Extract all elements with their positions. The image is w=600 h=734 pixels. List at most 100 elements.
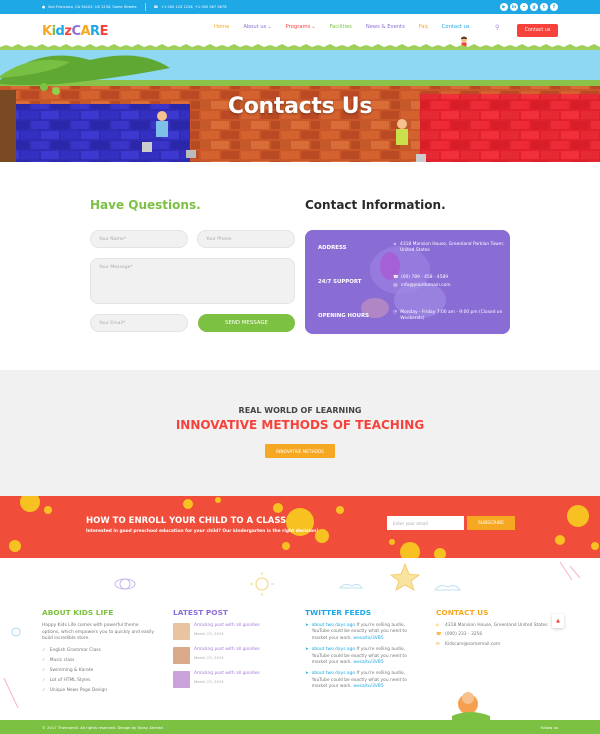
contact-us-button[interactable]: Contact us (517, 24, 558, 37)
name-field[interactable]: Your Name* (90, 230, 188, 248)
hours-value: ◷ Monday - Friday 7:00 am - 9:00 pm (Clos… (393, 310, 503, 321)
twitter-column: TWITTER FEEDS ➤ about two days ago If yo… (305, 608, 423, 696)
twitter-icon: ➤ (305, 647, 309, 653)
chevron-down-icon: ⌄ (311, 24, 316, 30)
twitter-icon: ➤ (305, 671, 309, 677)
post-date: March 23, 2014 (194, 679, 224, 684)
address-value: ⌂ 4318 Mansion House, Greenland Parklan T… (393, 242, 505, 253)
address-row: ADDRESS ⌂ 4318 Mansion House, Greenland P… (305, 231, 510, 265)
check-icon: ✓ (42, 657, 46, 663)
follow-us-link[interactable]: Follow us (540, 725, 558, 730)
search-icon[interactable]: ⚲ (495, 24, 499, 31)
post-item[interactable]: Amazing post with all goodies March 23, 2… (173, 647, 260, 664)
email-icon: @ (393, 283, 398, 288)
about-list: ✓ English Grammar Class ✓ Music class ✓ Swi… (42, 646, 157, 696)
contact-info-heading: Contact Information. (305, 198, 446, 212)
nav-about[interactable]: About us (243, 24, 266, 30)
email-icon: ✉ (436, 641, 440, 647)
twitter-heading: TWITTER FEEDS (305, 608, 372, 617)
flickr-icon[interactable]: • (520, 3, 528, 11)
post-item[interactable]: Amazing post with all goodies March 23, 2… (173, 671, 260, 688)
googleplus-icon[interactable]: g (530, 3, 538, 11)
address-info: ● San Francisco, CA 94102, US 1234, Some… (42, 5, 137, 9)
about-column: ABOUT KIDS LIFE Happy Kids Life comes wi… (42, 608, 157, 696)
hours-row: OPENING HOURS ◷ Monday - Friday 7:00 am -… (305, 299, 510, 333)
footer-address: ⌂ 4318 Mansion House, Greenland United St… (436, 623, 548, 628)
support-label: 24/7 SUPPORT (318, 279, 362, 285)
address-label: ADDRESS (318, 245, 347, 251)
email-field[interactable]: Your Email* (90, 314, 188, 332)
latest-post-heading: LATEST POST (173, 608, 228, 617)
contact-info-card: ADDRESS ⌂ 4318 Mansion House, Greenland P… (305, 230, 510, 334)
nav-facilities[interactable]: Facilities (330, 24, 352, 30)
about-heading: ABOUT KIDS LIFE (42, 608, 114, 617)
post-thumbnail[interactable] (173, 671, 190, 688)
social-links: ▶ in • g t f (500, 3, 558, 11)
linkedin-icon[interactable]: in (510, 3, 518, 11)
rocket-icon: ▲ (556, 618, 560, 624)
subscribe-button[interactable]: SUBSCRIBE (467, 516, 515, 530)
tweet-item: ➤ about two days ago If you're selling a… (305, 623, 407, 641)
phone-info: ☎ +1 000 123 1234, +1 000 567 5678 (154, 5, 227, 9)
post-thumbnail[interactable] (173, 647, 190, 664)
tweet-item: ➤ about two days ago If you're selling a… (305, 647, 407, 666)
enroll-section: HOW TO ENROLL YOUR CHILD TO A CLASS Inte… (0, 496, 600, 558)
post-title[interactable]: Amazing post with all goodies (194, 623, 260, 628)
home-icon: ⌂ (393, 242, 397, 247)
post-title[interactable]: Amazing post with all goodies (194, 671, 260, 676)
enroll-subtitle: Interested in good preschool education f… (86, 529, 319, 534)
post-thumbnail[interactable] (173, 623, 190, 640)
nav-programs[interactable]: Programs (286, 24, 311, 30)
chevron-down-icon: ⌄ (267, 24, 272, 30)
phone-icon: ☎ (436, 632, 442, 638)
latest-post-column: LATEST POST Amazing post with all goodie… (173, 608, 260, 695)
check-icon: ✓ (42, 677, 46, 683)
about-description: Happy Kids Life comes with powerful them… (42, 623, 154, 642)
facebook-icon[interactable]: f (550, 3, 558, 11)
post-title[interactable]: Amazing post with all goodies (194, 647, 260, 652)
divider (144, 3, 146, 11)
tweet-item: ➤ about two days ago If you're selling a… (305, 671, 407, 690)
page-banner: Contacts Us (0, 50, 600, 162)
list-item: ✓ Swimming & Karate (42, 666, 157, 676)
message-field[interactable]: Your Message* (90, 258, 295, 304)
nav-news-events[interactable]: News & Events (366, 24, 405, 30)
address-text: San Francisco, CA 94102, US 1234, Some S… (48, 5, 137, 9)
check-icon: ✓ (42, 647, 46, 653)
copyright-text: © 2017 Themomill. All rights reserved. D… (42, 724, 163, 730)
check-icon: ✓ (42, 687, 46, 693)
subscribe-email-input[interactable]: Enter your email (387, 516, 464, 530)
post-date: March 23, 2014 (194, 655, 224, 660)
nav-faq[interactable]: Faq (419, 24, 428, 30)
list-item: ✓ Unique News Page Design (42, 686, 157, 696)
scroll-to-top-button[interactable]: ▲ (552, 614, 564, 628)
innovative-methods-button[interactable]: INNOVATIVE METHODS (265, 444, 335, 458)
youtube-icon[interactable]: ▶ (500, 3, 508, 11)
phone-icon: ☎ (153, 5, 159, 9)
post-item[interactable]: Amazing post with all goodies March 23, 2… (173, 623, 260, 640)
send-message-button[interactable]: SEND MESSAGE (198, 314, 295, 332)
page-title: Contacts Us (227, 94, 373, 119)
contact-heading: CONTACT US (436, 608, 489, 617)
site-header: KidzCARE Home About us ⌄ Programs ⌄ Faci… (0, 14, 600, 50)
location-icon: ● (42, 5, 46, 9)
support-value: ☎ (00) 789 - 458 - 4589 @ info@yourdomain.… (393, 275, 451, 288)
contact-column: CONTACT US ⌂ 4318 Mansion House, Greenlan… (436, 608, 556, 651)
top-info-bar: ● San Francisco, CA 94102, US 1234, Some… (0, 0, 600, 14)
site-footer: ABOUT KIDS LIFE Happy Kids Life comes wi… (0, 558, 600, 734)
site-logo[interactable]: KidzCARE (42, 24, 108, 39)
main-nav: Home About us ⌄ Programs ⌄ Facilities Ne… (214, 24, 470, 30)
post-date: March 23, 2014 (194, 631, 224, 636)
nav-contact[interactable]: Contact us (442, 24, 470, 30)
hours-label: OPENING HOURS (318, 313, 370, 319)
nav-home[interactable]: Home (214, 24, 229, 30)
clock-icon: ◷ (393, 310, 398, 315)
phone-icon: ☎ (393, 275, 399, 280)
twitter-icon[interactable]: t (540, 3, 548, 11)
form-heading: Have Questions. (90, 198, 201, 212)
phone-field[interactable]: Your Phone (197, 230, 295, 248)
footer-phone: ☎ (000) 233 - 3256 (436, 632, 483, 638)
enroll-title: HOW TO ENROLL YOUR CHILD TO A CLASS (86, 516, 287, 526)
contact-section: Have Questions. Your Name* Your Phone Yo… (0, 162, 600, 370)
check-icon: ✓ (42, 667, 46, 673)
